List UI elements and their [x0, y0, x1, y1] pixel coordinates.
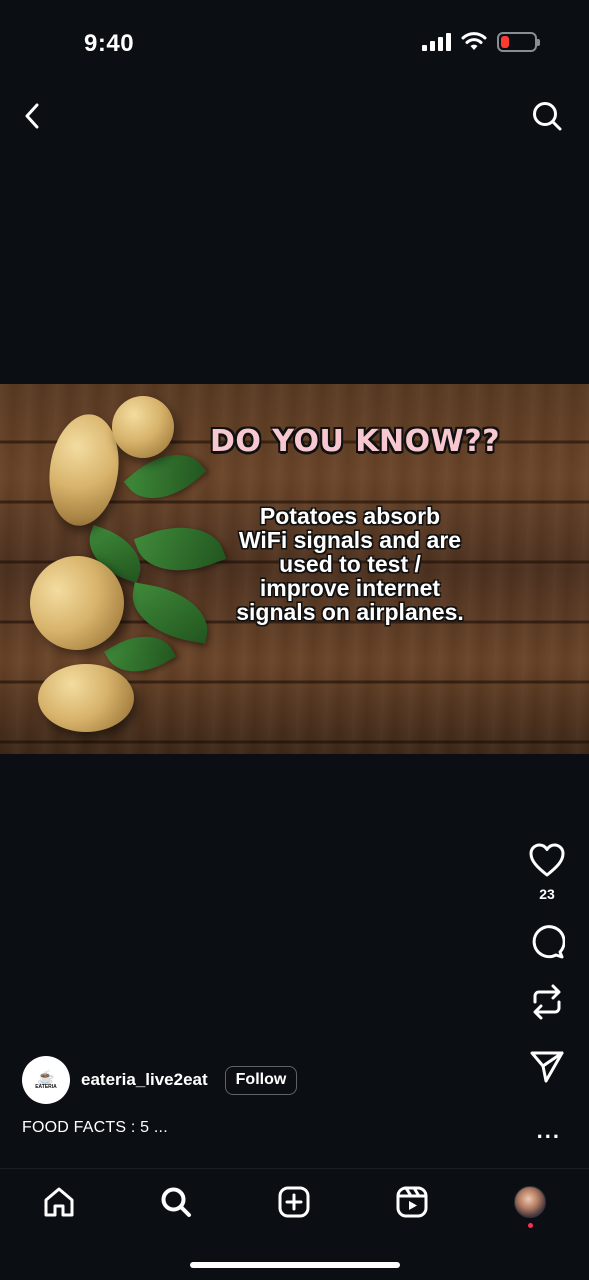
- bowl-icon: ☕: [37, 1069, 55, 1085]
- tab-reels[interactable]: [392, 1182, 432, 1222]
- comment-button[interactable]: [525, 920, 569, 964]
- post-fact-text: Potatoes absorb WiFi signals and are use…: [236, 503, 464, 625]
- author-row: ☕ EATERIA eateria_live2eat Follow: [22, 1056, 298, 1104]
- divider: [0, 1168, 589, 1169]
- post-headline: DO YOU KNOW??: [209, 424, 501, 459]
- notification-dot: [528, 1223, 533, 1228]
- post-caption[interactable]: FOOD FACTS : 5 ...: [22, 1119, 168, 1137]
- chevron-left-icon: [25, 103, 39, 129]
- share-button[interactable]: [525, 1044, 569, 1088]
- tab-profile[interactable]: [510, 1182, 550, 1228]
- potato-decoration: [112, 396, 174, 458]
- tab-search[interactable]: [156, 1182, 196, 1222]
- home-indicator[interactable]: [190, 1262, 400, 1268]
- search-button[interactable]: [527, 96, 567, 136]
- side-actions: 23: [525, 838, 569, 1088]
- bottom-tab-bar: [0, 1172, 589, 1232]
- status-icons: [422, 32, 540, 52]
- cellular-signal-icon: [422, 33, 451, 51]
- tab-home[interactable]: [39, 1182, 79, 1222]
- leaf-decoration: [133, 511, 227, 587]
- send-icon: [530, 1051, 564, 1083]
- home-icon: [44, 1187, 74, 1217]
- follow-button[interactable]: Follow: [224, 1065, 298, 1095]
- back-button[interactable]: [14, 98, 50, 134]
- potato-decoration: [38, 664, 134, 732]
- leaf-decoration: [126, 582, 214, 644]
- wifi-icon: [461, 32, 487, 50]
- like-count[interactable]: 23: [539, 886, 555, 902]
- more-options-button[interactable]: ...: [537, 1118, 561, 1144]
- author-username[interactable]: eateria_live2eat: [81, 1070, 208, 1090]
- battery-low-icon: [497, 32, 540, 52]
- repost-icon: [533, 984, 561, 1020]
- avatar-brand-text: EATERIA: [35, 1084, 57, 1090]
- search-icon: [533, 102, 562, 131]
- like-button[interactable]: [525, 838, 569, 882]
- reels-icon: [396, 1186, 428, 1218]
- search-icon: [161, 1187, 191, 1217]
- status-time: 9:40: [84, 30, 135, 57]
- comment-icon: [532, 925, 565, 959]
- profile-avatar: [514, 1186, 546, 1218]
- tab-create[interactable]: [274, 1182, 314, 1222]
- heart-icon: [529, 843, 565, 877]
- top-nav: [0, 90, 589, 142]
- create-icon: [278, 1186, 310, 1218]
- author-avatar[interactable]: ☕ EATERIA: [22, 1056, 70, 1104]
- repost-button[interactable]: [525, 980, 569, 1024]
- status-bar: 9:40: [0, 0, 589, 80]
- post-image[interactable]: DO YOU KNOW?? Potatoes absorb WiFi signa…: [0, 384, 589, 754]
